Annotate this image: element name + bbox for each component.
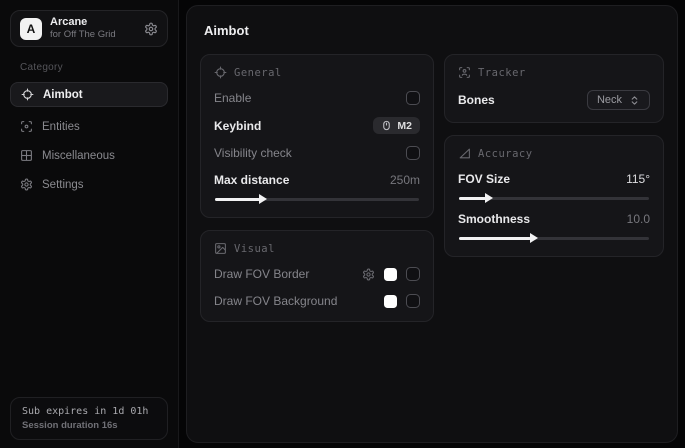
tracker-card: Tracker Bones Neck <box>444 54 664 123</box>
app-subtitle: for Off The Grid <box>50 29 136 41</box>
fov-size-label: FOV Size <box>458 172 510 186</box>
fov-background-checkbox[interactable] <box>406 294 420 308</box>
keybind-value: M2 <box>397 120 412 132</box>
bones-label: Bones <box>458 93 495 107</box>
enable-row: Enable <box>214 90 420 106</box>
app-window: A Arcane for Off The Grid Category Aimbo… <box>0 0 685 448</box>
triangle-ruler-icon <box>458 147 471 160</box>
fov-border-checkbox[interactable] <box>406 267 420 281</box>
brand-gear-icon[interactable] <box>144 22 158 36</box>
card-title-general: General <box>234 67 282 79</box>
smoothness-value: 10.0 <box>627 212 650 226</box>
fov-background-color-swatch[interactable] <box>384 295 397 308</box>
sidebar-item-settings[interactable]: Settings <box>10 172 168 197</box>
card-title-tracker: Tracker <box>478 67 526 79</box>
visibility-check-row: Visibility check <box>214 145 420 161</box>
crosshair-icon <box>21 88 34 101</box>
max-distance-value: 250m <box>390 173 420 187</box>
slider-thumb[interactable] <box>530 233 538 243</box>
bones-select[interactable]: Neck <box>587 90 650 110</box>
visual-card: Visual Draw FOV Border Draw FOV Backgrou… <box>200 230 434 322</box>
card-title-visual: Visual <box>234 243 275 255</box>
tracker-icon <box>458 66 471 79</box>
max-distance-slider[interactable] <box>215 198 419 201</box>
scan-eye-icon <box>20 120 33 133</box>
bones-row: Bones Neck <box>458 90 650 110</box>
sidebar-item-aimbot[interactable]: Aimbot <box>10 82 168 107</box>
brand-card: A Arcane for Off The Grid <box>10 10 168 47</box>
sidebar-nav: Aimbot Entities Miscellaneous Settings <box>10 82 168 197</box>
smoothness-row: Smoothness 10.0 <box>458 211 650 227</box>
fov-size-slider[interactable] <box>459 197 649 200</box>
image-icon <box>214 242 227 255</box>
bones-selected-value: Neck <box>597 94 622 106</box>
keybind-button[interactable]: M2 <box>373 117 420 134</box>
general-card: General Enable Keybind M2 V <box>200 54 434 218</box>
max-distance-label: Max distance <box>214 173 289 187</box>
max-distance-row: Max distance 250m <box>214 172 420 188</box>
main-panel: Aimbot General Enable Keybind <box>186 5 678 443</box>
sub-expires-text: Sub expires in 1d 01h <box>22 406 156 417</box>
visibility-check-label: Visibility check <box>214 146 292 160</box>
gear-icon <box>20 178 33 191</box>
keybind-row: Keybind M2 <box>214 117 420 134</box>
fov-border-settings-gear-icon[interactable] <box>362 268 375 281</box>
keybind-label: Keybind <box>214 119 261 133</box>
fov-size-row: FOV Size 115° <box>458 171 650 187</box>
card-title-accuracy: Accuracy <box>478 148 533 160</box>
fov-border-color-swatch[interactable] <box>384 268 397 281</box>
draw-fov-border-row: Draw FOV Border <box>214 266 420 282</box>
smoothness-label: Smoothness <box>458 212 530 226</box>
grid-icon <box>20 149 33 162</box>
draw-fov-border-label: Draw FOV Border <box>214 267 309 281</box>
draw-fov-background-row: Draw FOV Background <box>214 293 420 309</box>
sidebar-item-label: Entities <box>42 121 80 133</box>
mouse-icon <box>381 120 392 131</box>
app-logo: A <box>20 18 42 40</box>
sidebar-item-miscellaneous[interactable]: Miscellaneous <box>10 143 168 168</box>
enable-label: Enable <box>214 91 251 105</box>
slider-thumb[interactable] <box>485 193 493 203</box>
enable-checkbox[interactable] <box>406 91 420 105</box>
subscription-card: Sub expires in 1d 01h Session duration 1… <box>10 397 168 440</box>
visibility-checkbox[interactable] <box>406 146 420 160</box>
category-label: Category <box>20 62 158 73</box>
app-title: Arcane <box>50 16 136 30</box>
sidebar-item-entities[interactable]: Entities <box>10 114 168 139</box>
sidebar: A Arcane for Off The Grid Category Aimbo… <box>0 0 179 448</box>
page-title: Aimbot <box>204 23 664 38</box>
crosshair-icon <box>214 66 227 79</box>
chevrons-up-down-icon <box>629 95 640 106</box>
smoothness-slider[interactable] <box>459 237 649 240</box>
sidebar-item-label: Settings <box>42 179 84 191</box>
accuracy-card: Accuracy FOV Size 115° Smoothness 10.0 <box>444 135 664 257</box>
session-duration-text: Session duration 16s <box>22 420 156 431</box>
fov-size-value: 115° <box>626 172 650 186</box>
sidebar-item-label: Miscellaneous <box>42 150 115 162</box>
draw-fov-background-label: Draw FOV Background <box>214 294 337 308</box>
sidebar-item-label: Aimbot <box>43 89 83 101</box>
slider-thumb[interactable] <box>259 194 267 204</box>
